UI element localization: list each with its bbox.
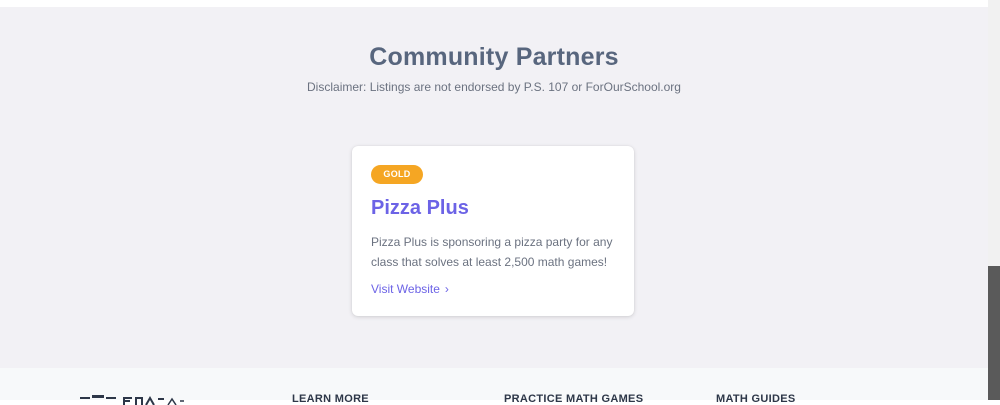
community-partners-section: Community Partners Disclaimer: Listings … <box>0 7 988 368</box>
footer-heading-math-guides: MATH GUIDES <box>716 393 796 405</box>
visit-website-link[interactable]: Visit Website › <box>371 282 449 296</box>
visit-website-label: Visit Website <box>371 282 440 296</box>
site-footer: LEARN MORE PRACTICE MATH GAMES MATH GUID… <box>0 368 988 405</box>
footer-heading-practice-math-games: PRACTICE MATH GAMES <box>504 393 644 405</box>
partner-description: Pizza Plus is sponsoring a pizza party f… <box>371 235 613 269</box>
site-logo <box>80 395 184 405</box>
chevron-right-icon: › <box>444 282 449 296</box>
disclaimer-text: Disclaimer: Listings are not endorsed by… <box>307 80 681 94</box>
partner-name: Pizza Plus <box>371 197 469 219</box>
footer-heading-learn-more: LEARN MORE <box>292 393 369 405</box>
tier-badge: GOLD <box>371 165 423 184</box>
top-strip <box>0 0 988 7</box>
page-scrollbar[interactable] <box>988 0 1000 400</box>
partner-card: GOLD Pizza Plus Pizza Plus is sponsoring… <box>352 146 634 316</box>
section-title: Community Partners <box>369 43 619 71</box>
scrollbar-thumb[interactable] <box>988 266 1000 400</box>
